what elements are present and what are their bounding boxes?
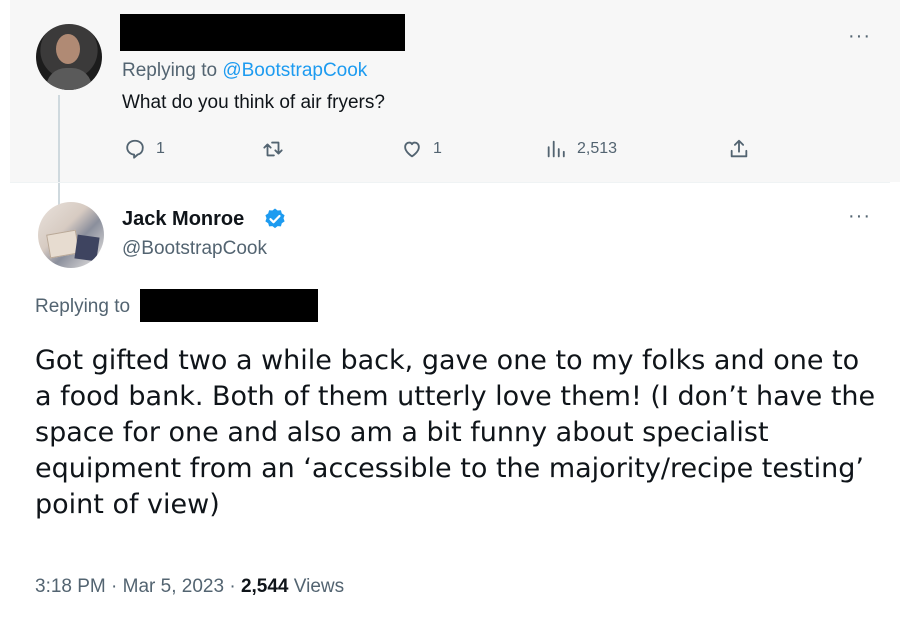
- views-icon: [547, 140, 565, 158]
- avatar[interactable]: [38, 202, 104, 268]
- avatar[interactable]: [36, 24, 102, 90]
- tweet-divider: [10, 182, 890, 183]
- views-button[interactable]: 2,513: [545, 138, 617, 160]
- replying-to: Replying to @BootstrapCook: [122, 60, 367, 82]
- replying-to-label: Replying to: [122, 60, 223, 81]
- more-options-button[interactable]: ···: [848, 26, 871, 46]
- like-button[interactable]: 1: [401, 138, 442, 160]
- reply-icon: [126, 139, 144, 159]
- meta-separator: ·: [224, 576, 241, 597]
- author-name[interactable]: Jack Monroe: [122, 208, 244, 231]
- replying-to-label: Replying to: [35, 296, 131, 317]
- avatar-shirt: [46, 68, 92, 90]
- share-button[interactable]: [728, 138, 750, 160]
- more-options-button[interactable]: ···: [848, 206, 871, 226]
- avatar-face: [56, 34, 80, 64]
- tweet-meta: 3:18 PM · Mar 5, 2023 · 2,544 Views: [35, 576, 344, 598]
- like-count: 1: [433, 140, 442, 157]
- tweet-text: What do you think of air fryers?: [122, 92, 385, 113]
- like-icon: [404, 141, 420, 158]
- views-label: Views: [293, 576, 345, 597]
- verified-badge-icon: [265, 208, 285, 229]
- redacted-username: [120, 14, 405, 51]
- replying-to-handle-link[interactable]: @BootstrapCook: [222, 60, 367, 81]
- tweet-date[interactable]: Mar 5, 2023: [123, 576, 224, 597]
- tweet-body: Got gifted two a while back, gave one to…: [35, 345, 876, 520]
- retweet-button[interactable]: [262, 138, 284, 160]
- tweet-time[interactable]: 3:18 PM: [35, 576, 106, 597]
- reply-count: 1: [156, 140, 165, 157]
- views-count: 2,513: [577, 140, 618, 157]
- author-handle[interactable]: @BootstrapCook: [122, 238, 267, 260]
- views-count: 2,544: [240, 576, 289, 597]
- tweet-actions-bar: 1 1 2,513: [0, 138, 900, 168]
- redacted-username: [140, 289, 318, 322]
- share-icon: [730, 139, 748, 158]
- avatar-book: [74, 234, 100, 262]
- meta-separator: ·: [105, 576, 123, 597]
- reply-button[interactable]: 1: [124, 138, 165, 160]
- retweet-icon: [263, 141, 283, 157]
